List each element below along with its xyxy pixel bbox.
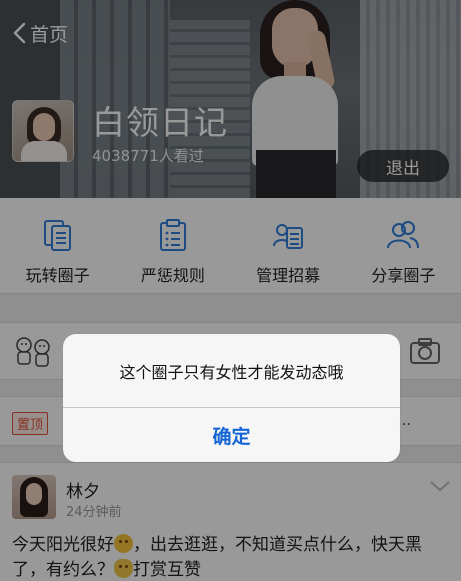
alert-message: 这个圈子只有女性才能发动态哦 (119, 362, 344, 382)
alert-confirm-button[interactable]: 确定 (63, 408, 400, 462)
alert-dialog: 这个圈子只有女性才能发动态哦 确定 (63, 334, 400, 462)
modal-dim-overlay (0, 0, 461, 581)
